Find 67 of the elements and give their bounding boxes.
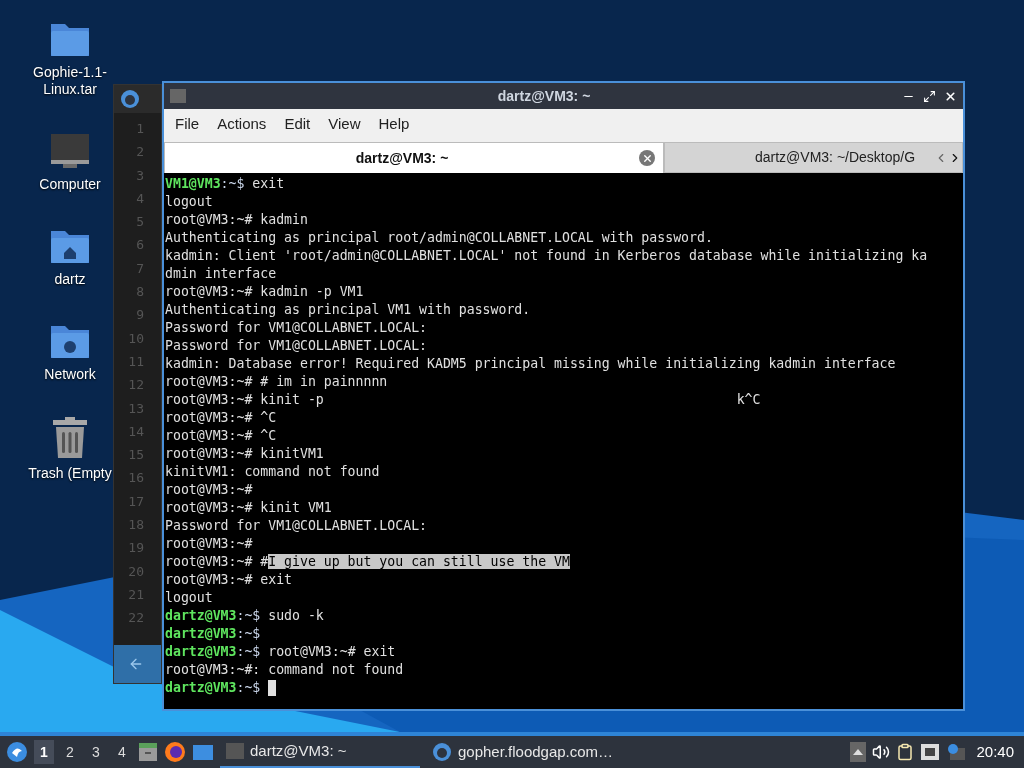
terminal-line: root@VM3:~# kadmin -p VM1: [165, 283, 364, 301]
tab-label: dartz@VM3: ~/Desktop/G: [754, 148, 917, 167]
terminal-line: VM1@VM3:~$ exit: [165, 175, 285, 193]
terminal-line: logout: [165, 193, 213, 211]
monitor-icon: [49, 132, 91, 170]
terminal-line: kadmin: Client 'root/admin@COLLABNET.LOCAL' not found in Kerberos database while initializing ka: [165, 247, 928, 265]
terminal-line: dartz@VM3:~$ sudo -k: [165, 607, 324, 625]
terminal-line: root@VM3:~#: [165, 535, 253, 553]
back-arrow-icon: [128, 656, 144, 672]
menu-item[interactable]: Edit: [276, 113, 319, 136]
start-menu-icon[interactable]: [6, 741, 28, 763]
terminal-line: Password for VM1@COLLABNET.LOCAL:: [165, 337, 427, 355]
task-label: gopher.floodgap.com…: [458, 741, 614, 762]
terminal-line: root@VM3:~#: [165, 481, 253, 499]
clipboard-icon[interactable]: [896, 743, 915, 761]
terminal-line: root@VM3:~# kinit -p: [165, 391, 325, 409]
tab-label: dartz@VM3: ~: [354, 148, 450, 168]
terminal-line: k^C: [736, 391, 762, 409]
terminal-line: root@VM3:~#: command not found: [165, 661, 404, 679]
terminal-line: logout: [165, 589, 213, 607]
terminal-line: root@VM3:~# kinit VM1: [165, 499, 332, 517]
workspace-button[interactable]: 4: [112, 740, 132, 764]
terminal-line: Password for VM1@COLLABNET.LOCAL:: [165, 319, 427, 337]
tab-close-icon[interactable]: [639, 150, 655, 166]
menu-item[interactable]: File: [167, 113, 208, 136]
desktop-icon-label[interactable]: Trash (Empty: [28, 465, 112, 482]
taskbar-task[interactable]: gopher.floodgap.com…: [426, 736, 626, 768]
terminal-line: dartz@VM3:~$: [165, 625, 261, 643]
desktop-icon-label[interactable]: Gophie-1.1-Linux.tar: [28, 64, 112, 98]
desktop-icon-label[interactable]: Computer: [39, 176, 101, 193]
maximize-icon[interactable]: [923, 89, 936, 103]
terminal-line: dartz@VM3:~$: [165, 679, 261, 697]
desktop-icon-label[interactable]: Network: [44, 366, 96, 383]
terminal-line: Password for VM1@COLLABNET.LOCAL:: [165, 517, 427, 535]
workspace-button[interactable]: 1: [34, 740, 54, 764]
menu-item[interactable]: Help: [370, 113, 418, 136]
volume-icon[interactable]: [872, 743, 891, 761]
window-title: dartz@VM3: ~: [496, 86, 592, 106]
menu-item[interactable]: View: [320, 113, 369, 136]
desktop-icon-label[interactable]: dartz: [54, 271, 86, 288]
terminal-line: Authenticating as principal VM1 with password.: [165, 301, 531, 319]
firefox-icon[interactable]: [164, 741, 186, 763]
terminal-line: root@VM3:~# # im in painnnnn: [165, 373, 388, 391]
workspace-button[interactable]: 2: [60, 740, 80, 764]
window-icon[interactable]: [192, 743, 214, 761]
terminal-line: Authenticating as principal root/admin@COLLABNET.LOCAL with password.: [165, 229, 713, 247]
task-label: dartz@VM3: ~: [250, 740, 347, 761]
terminal-line: dmin interface: [165, 265, 277, 283]
terminal-line: kadmin: Database error! Required KADM5 principal missing while initializing kadmin interface: [165, 355, 896, 373]
terminal-tab[interactable]: dartz@VM3: ~/Desktop/G: [664, 142, 963, 173]
taskbar-task[interactable]: dartz@VM3: ~: [220, 736, 420, 768]
terminal-line: root@VM3:~# ^C: [165, 427, 277, 445]
menu-item[interactable]: Actions: [209, 113, 275, 136]
terminal-line: root@VM3:~# #I give up but you can still use the VM: [165, 553, 570, 571]
clock[interactable]: 20:40: [972, 740, 1018, 764]
terminal-tab[interactable]: dartz@VM3: ~: [164, 142, 664, 173]
terminal-line: kinitVM1: command not found: [165, 463, 380, 481]
terminal-line: root@VM3:~# kinitVM1: [165, 445, 324, 463]
terminal-line: root@VM3:~# ^C: [165, 409, 277, 427]
tray-expand-icon[interactable]: [850, 742, 867, 762]
terminal-line: dartz@VM3:~$ root@VM3:~# exit: [165, 643, 396, 661]
terminal-line: root@VM3:~# kadmin: [165, 211, 308, 229]
file-cabinet-icon[interactable]: [138, 742, 158, 762]
terminal-line: root@VM3:~# exit: [165, 571, 293, 589]
trash-icon: [50, 417, 90, 459]
close-icon[interactable]: [944, 89, 957, 103]
workspace-button[interactable]: 3: [86, 740, 106, 764]
